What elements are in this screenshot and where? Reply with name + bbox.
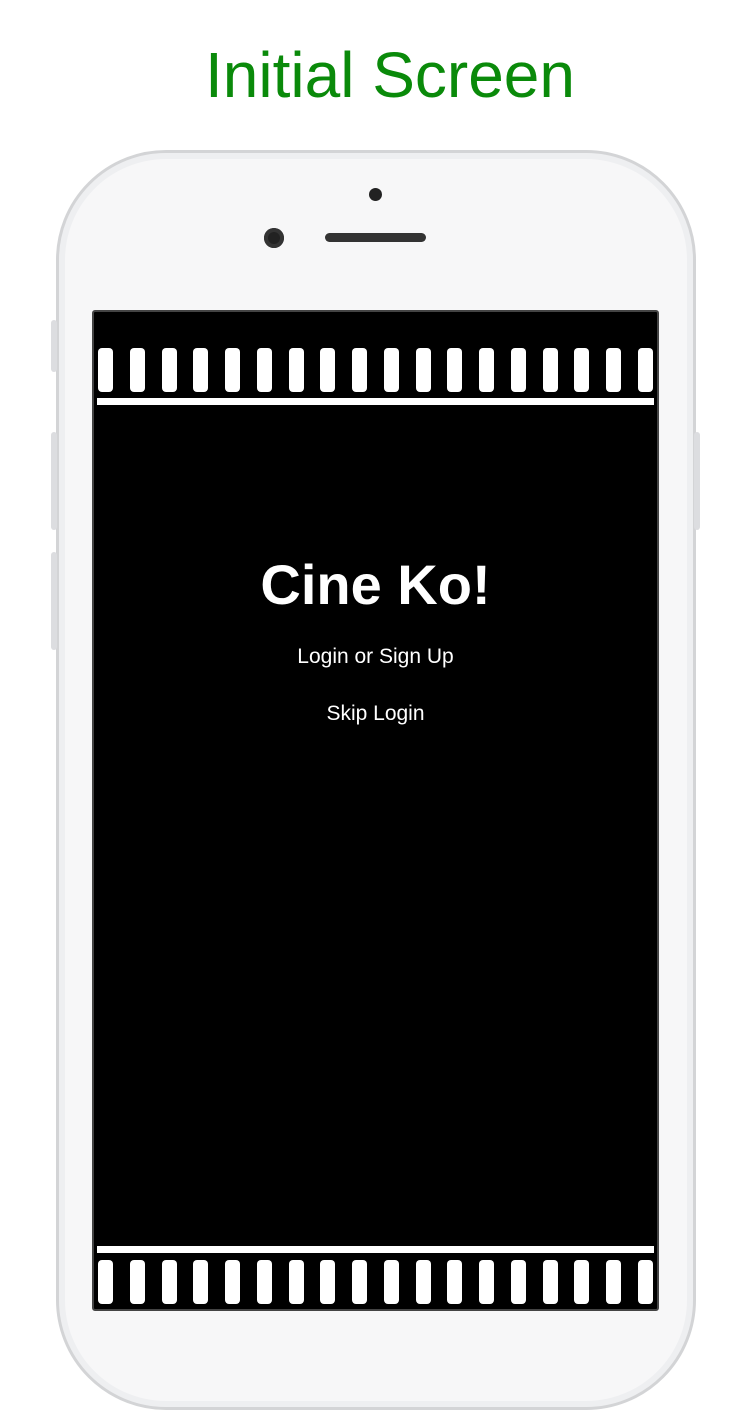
film-hole bbox=[415, 348, 431, 392]
film-hole bbox=[510, 348, 526, 392]
film-line-top bbox=[97, 398, 654, 405]
film-hole bbox=[193, 1260, 209, 1304]
film-hole bbox=[98, 1260, 113, 1304]
film-hole bbox=[161, 1260, 177, 1304]
film-hole bbox=[256, 1260, 272, 1304]
film-hole bbox=[129, 348, 145, 392]
film-hole bbox=[637, 1260, 653, 1304]
film-hole bbox=[479, 348, 494, 392]
volume-up-button bbox=[51, 432, 57, 530]
film-hole bbox=[98, 348, 113, 392]
film-hole bbox=[383, 1260, 399, 1304]
film-hole bbox=[352, 348, 367, 392]
film-hole bbox=[383, 348, 399, 392]
speaker-grille bbox=[325, 233, 426, 242]
film-hole bbox=[225, 348, 240, 392]
film-strip-top bbox=[98, 348, 653, 392]
sensor-icon bbox=[369, 188, 382, 201]
film-hole bbox=[510, 1260, 526, 1304]
film-hole bbox=[256, 348, 272, 392]
film-hole bbox=[637, 348, 653, 392]
app-screen: Cine Ko! Login or Sign Up Skip Login bbox=[92, 310, 659, 1311]
film-hole bbox=[225, 1260, 240, 1304]
film-hole bbox=[320, 348, 336, 392]
film-hole bbox=[606, 1260, 621, 1304]
skip-login-button[interactable]: Skip Login bbox=[94, 702, 657, 726]
power-button bbox=[694, 432, 700, 530]
film-hole bbox=[352, 1260, 367, 1304]
film-hole bbox=[288, 1260, 304, 1304]
app-title: Cine Ko! bbox=[260, 553, 491, 616]
film-hole bbox=[161, 348, 177, 392]
film-hole bbox=[542, 1260, 558, 1304]
film-hole bbox=[479, 1260, 494, 1304]
film-hole bbox=[574, 1260, 590, 1304]
login-signup-button[interactable]: Login or Sign Up bbox=[94, 645, 657, 669]
film-hole bbox=[447, 348, 463, 392]
camera-icon bbox=[264, 228, 284, 248]
mute-switch bbox=[51, 320, 57, 372]
film-hole bbox=[542, 348, 558, 392]
caption-title: Initial Screen bbox=[205, 39, 575, 111]
film-hole bbox=[193, 348, 209, 392]
film-line-bottom bbox=[97, 1246, 654, 1253]
film-hole bbox=[288, 348, 304, 392]
film-hole bbox=[320, 1260, 336, 1304]
film-hole bbox=[447, 1260, 463, 1304]
film-hole bbox=[574, 348, 590, 392]
film-hole bbox=[415, 1260, 431, 1304]
volume-down-button bbox=[51, 552, 57, 650]
film-strip-bottom bbox=[98, 1260, 653, 1304]
film-hole bbox=[606, 348, 621, 392]
film-hole bbox=[129, 1260, 145, 1304]
